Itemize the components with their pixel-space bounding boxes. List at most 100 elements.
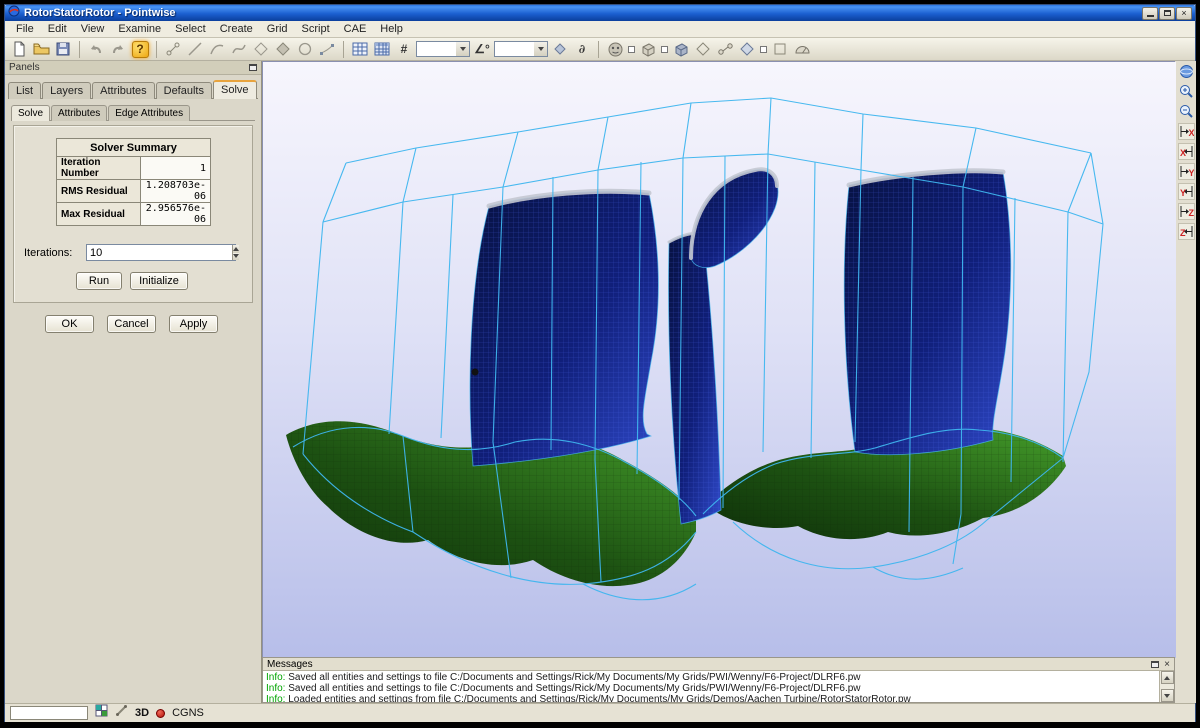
minimize-icon bbox=[1147, 15, 1154, 17]
run-button[interactable]: Run bbox=[76, 272, 122, 290]
scroll-up-icon[interactable] bbox=[1161, 671, 1174, 684]
display-checkbox[interactable] bbox=[760, 46, 767, 53]
solver-subtabs: Solve Attributes Edge Attributes bbox=[11, 105, 255, 121]
redo-icon[interactable] bbox=[108, 39, 128, 59]
apply-button[interactable]: Apply bbox=[169, 315, 218, 333]
minimize-button[interactable] bbox=[1142, 7, 1158, 20]
line-tool-icon[interactable] bbox=[185, 39, 205, 59]
menu-script[interactable]: Script bbox=[295, 22, 337, 36]
angle-combo-input[interactable] bbox=[495, 43, 533, 55]
close-messages-icon[interactable]: × bbox=[1164, 660, 1170, 669]
ok-button[interactable]: OK bbox=[45, 315, 94, 333]
cancel-button[interactable]: Cancel bbox=[107, 315, 156, 333]
point-marker[interactable] bbox=[472, 369, 479, 376]
blade-right[interactable] bbox=[844, 171, 1011, 455]
join-tool-icon[interactable] bbox=[317, 39, 337, 59]
circle-tool-icon[interactable] bbox=[295, 39, 315, 59]
window-title: RotorStatorRotor - Pointwise bbox=[24, 7, 1141, 19]
spacing-diamond-icon[interactable] bbox=[550, 39, 570, 59]
diamond-tool-icon[interactable] bbox=[251, 39, 271, 59]
messages-caption-bar[interactable]: Messages × bbox=[263, 658, 1174, 671]
panels-caption-bar[interactable]: Panels bbox=[5, 61, 261, 75]
ruler-status-icon[interactable] bbox=[115, 704, 128, 722]
tab-defaults[interactable]: Defaults bbox=[156, 82, 212, 99]
dimension-combo-input[interactable] bbox=[417, 43, 455, 55]
menu-edit[interactable]: Edit bbox=[41, 22, 74, 36]
viewport-3d[interactable] bbox=[262, 61, 1175, 657]
zoom-in-icon[interactable] bbox=[1178, 83, 1195, 100]
menu-grid[interactable]: Grid bbox=[260, 22, 295, 36]
spin-down-icon[interactable] bbox=[233, 253, 239, 261]
subtab-solve[interactable]: Solve bbox=[11, 105, 50, 121]
display-checkbox[interactable] bbox=[628, 46, 635, 53]
title-bar[interactable]: RotorStatorRotor - Pointwise × bbox=[5, 5, 1195, 21]
blade-left[interactable] bbox=[470, 191, 658, 466]
subtab-edge-attributes[interactable]: Edge Attributes bbox=[108, 105, 190, 121]
float-messages-icon[interactable] bbox=[1151, 661, 1159, 668]
menu-create[interactable]: Create bbox=[213, 22, 260, 36]
menu-view[interactable]: View bbox=[74, 22, 112, 36]
view-plus-x-button[interactable]: X bbox=[1178, 123, 1195, 140]
iterations-spinner[interactable] bbox=[86, 244, 236, 261]
menu-select[interactable]: Select bbox=[168, 22, 213, 36]
curve-tool-icon[interactable] bbox=[207, 39, 227, 59]
view-minus-z-button[interactable]: Z bbox=[1178, 223, 1195, 240]
app-window: RotorStatorRotor - Pointwise × File Edit… bbox=[4, 4, 1196, 722]
dimension-combo-arrow[interactable] bbox=[456, 42, 469, 56]
save-icon[interactable] bbox=[53, 39, 73, 59]
view-minus-x-button[interactable]: X bbox=[1178, 143, 1195, 160]
shaded-cube-icon[interactable] bbox=[671, 39, 691, 59]
menu-examine[interactable]: Examine bbox=[111, 22, 168, 36]
restore-button[interactable] bbox=[1159, 7, 1175, 20]
view-plus-y-button[interactable]: Y bbox=[1178, 163, 1195, 180]
protractor-icon[interactable] bbox=[792, 39, 812, 59]
iterations-row: Iterations: bbox=[24, 244, 236, 261]
initialize-button[interactable]: Initialize bbox=[130, 272, 188, 290]
tab-solve[interactable]: Solve bbox=[213, 80, 257, 99]
summary-row-value: 1 bbox=[141, 157, 211, 180]
filled-diamond-tool-icon[interactable] bbox=[273, 39, 293, 59]
dimension-combo[interactable] bbox=[416, 41, 470, 57]
undo-icon[interactable] bbox=[86, 39, 106, 59]
square-tool-icon[interactable] bbox=[770, 39, 790, 59]
diamond-outline-icon[interactable] bbox=[693, 39, 713, 59]
tab-list[interactable]: List bbox=[8, 82, 41, 99]
menu-file[interactable]: File bbox=[9, 22, 41, 36]
zoom-out-icon[interactable] bbox=[1178, 103, 1195, 120]
open-folder-icon[interactable] bbox=[31, 39, 51, 59]
node-link-icon[interactable] bbox=[715, 39, 735, 59]
svg-text:X: X bbox=[1189, 128, 1195, 138]
iterations-input[interactable] bbox=[87, 247, 232, 259]
cube-icon[interactable] bbox=[638, 39, 658, 59]
grid-status-icon[interactable] bbox=[95, 704, 108, 722]
messages-scrollbar[interactable] bbox=[1159, 671, 1174, 702]
examine-mask-icon[interactable] bbox=[605, 39, 625, 59]
view-minus-y-button[interactable]: Y bbox=[1178, 183, 1195, 200]
subtab-attributes[interactable]: Attributes bbox=[51, 105, 107, 121]
svg-text:Y: Y bbox=[1180, 188, 1186, 198]
new-file-icon[interactable] bbox=[9, 39, 29, 59]
status-command-input[interactable] bbox=[10, 706, 88, 720]
angle-combo-arrow[interactable] bbox=[534, 42, 547, 56]
partial-derivative-icon[interactable]: ∂ bbox=[572, 39, 592, 59]
display-checkbox[interactable] bbox=[661, 46, 668, 53]
float-panel-icon[interactable] bbox=[249, 64, 257, 71]
view-plus-z-button[interactable]: Z bbox=[1178, 203, 1195, 220]
spline-tool-icon[interactable] bbox=[229, 39, 249, 59]
tab-attributes[interactable]: Attributes bbox=[92, 82, 154, 99]
grid-cells-icon[interactable] bbox=[372, 39, 392, 59]
spin-up-icon[interactable] bbox=[233, 245, 239, 253]
rotate-view-icon[interactable] bbox=[1178, 63, 1195, 80]
close-button[interactable]: × bbox=[1176, 7, 1192, 20]
grid-table-icon[interactable] bbox=[350, 39, 370, 59]
iterations-spin-buttons[interactable] bbox=[232, 245, 239, 260]
menu-help[interactable]: Help bbox=[373, 22, 410, 36]
diamond-node-icon[interactable] bbox=[737, 39, 757, 59]
connector-tool-icon[interactable] bbox=[163, 39, 183, 59]
dimension-mode-label[interactable]: 3D bbox=[135, 707, 149, 719]
scroll-down-icon[interactable] bbox=[1161, 689, 1174, 702]
help-icon[interactable]: ? bbox=[130, 39, 150, 59]
tab-layers[interactable]: Layers bbox=[42, 82, 91, 99]
angle-combo[interactable] bbox=[494, 41, 548, 57]
menu-cae[interactable]: CAE bbox=[337, 22, 374, 36]
